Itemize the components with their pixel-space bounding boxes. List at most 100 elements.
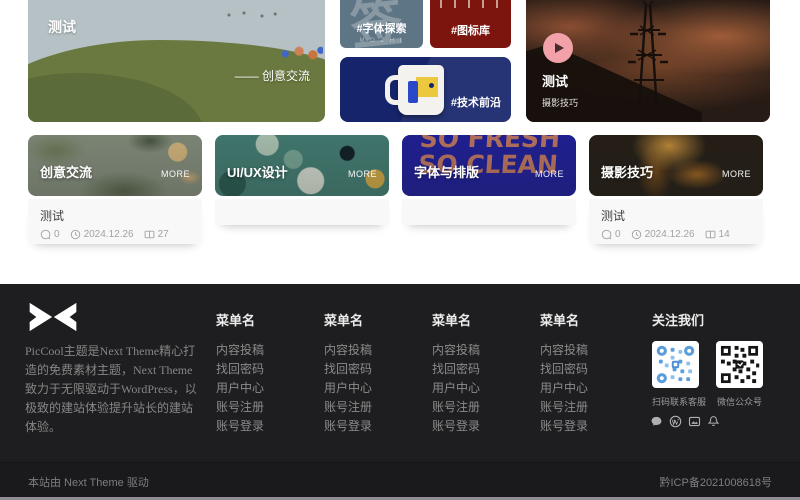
clock-icon [631, 229, 642, 240]
category-block-creative: 创意交流 MORE 测试 0 2024.12.26 27 [28, 135, 202, 244]
social-icons-row [650, 415, 726, 428]
menu-item-reset-password[interactable]: 找回密码 [540, 364, 636, 375]
more-link[interactable]: MORE [535, 169, 564, 179]
infinity-logo [28, 301, 78, 333]
more-link[interactable]: MORE [161, 169, 190, 179]
mug-dot-shape [429, 83, 434, 88]
wordpress-icon[interactable] [669, 415, 682, 428]
menu-item-user-center[interactable]: 用户中心 [432, 383, 528, 394]
menu-title: 菜单名 [324, 310, 420, 329]
category-post-list: 测试 0 2024.12.26 27 [28, 199, 202, 244]
menu-item-submit[interactable]: 内容投稿 [540, 345, 636, 356]
menu-item-login[interactable]: 账号登录 [432, 421, 528, 432]
post-date: 2024.12.26 [70, 229, 134, 240]
topic-label: #图标库 [430, 22, 511, 38]
footer-menu-column: 菜单名 内容投稿 找回密码 用户中心 账号注册 账号登录 [432, 310, 528, 440]
views-icon [144, 229, 155, 240]
qr-wechat-label: 微信公众号 [716, 395, 763, 408]
category-banner-typography[interactable]: SO FRESH SO CLEAN 字体与排版 MORE [402, 135, 576, 196]
qr-support: 扫码联系客服 [652, 341, 699, 408]
qr-support-label: 扫码联系客服 [652, 395, 699, 408]
topic-subtext: M O Z H I [340, 38, 423, 44]
category-banner-photography[interactable]: 摄影技巧 MORE [589, 135, 763, 196]
follow-us-section: 关注我们 [652, 310, 772, 408]
menu-item-login[interactable]: 账号登录 [216, 421, 312, 432]
category-block-uiux: UI/UX设计 MORE [215, 135, 389, 244]
video-post-title: 测试 [542, 71, 568, 90]
follow-us-title: 关注我们 [652, 310, 772, 329]
post-meta: 0 2024.12.26 14 [601, 229, 751, 240]
icp-license-link[interactable]: 黔ICP备2021008618号 [659, 474, 772, 490]
category-block-typography: SO FRESH SO CLEAN 字体与排版 MORE [402, 135, 576, 244]
menu-item-register[interactable]: 账号注册 [324, 402, 420, 413]
category-banner-uiux[interactable]: UI/UX设计 MORE [215, 135, 389, 196]
copyright-bar: 本站由 Next Theme 驱动 黔ICP备2021008618号 [0, 462, 800, 497]
play-icon [555, 43, 564, 53]
menu-item-reset-password[interactable]: 找回密码 [324, 364, 420, 375]
menu-item-reset-password[interactable]: 找回密码 [432, 364, 528, 375]
mug-illustration [398, 65, 444, 115]
topic-card-icon-library[interactable]: #图标库 [430, 0, 511, 48]
video-post-category: 摄影技巧 [542, 96, 578, 109]
category-section: 创意交流 MORE 测试 0 2024.12.26 27 [28, 135, 763, 244]
footer-menu-column: 菜单名 内容投稿 找回密码 用户中心 账号注册 账号登录 [216, 310, 312, 440]
menu-item-register[interactable]: 账号注册 [216, 402, 312, 413]
hero-topics-column: 签 #字体探索 M O Z H I #图标库 #技术前沿 [340, 0, 511, 122]
bell-icon[interactable] [707, 415, 720, 428]
comments-icon [601, 229, 612, 240]
menu-item-submit[interactable]: 内容投稿 [432, 345, 528, 356]
menu-item-register[interactable]: 账号注册 [540, 402, 636, 413]
post-title-link[interactable]: 测试 [601, 207, 751, 224]
hero-section: 测试 —— 创意交流 签 #字体探索 M O Z H I #图标库 # [28, 0, 770, 122]
view-count: 14 [705, 229, 730, 240]
site-footer: PicCool主题是Next Theme精心打造的免费素材主题，Next The… [0, 284, 800, 462]
menu-item-user-center[interactable]: 用户中心 [540, 383, 636, 394]
topic-card-tech[interactable]: #技术前沿 [340, 57, 511, 122]
landscape-birds-shape [220, 10, 280, 20]
menu-item-submit[interactable]: 内容投稿 [324, 345, 420, 356]
comments-icon [40, 229, 51, 240]
menu-item-reset-password[interactable]: 找回密码 [216, 364, 312, 375]
topic-card-fonts[interactable]: 签 #字体探索 M O Z H I [340, 0, 423, 48]
topic-label: #字体探索 [340, 20, 423, 36]
comment-count: 0 [601, 229, 621, 240]
featured-post-card[interactable]: 测试 —— 创意交流 [28, 0, 325, 122]
clock-icon [70, 229, 81, 240]
menu-item-user-center[interactable]: 用户中心 [216, 383, 312, 394]
site-description: PicCool主题是Next Theme精心打造的免费素材主题，Next The… [25, 342, 197, 437]
qr-wechat: 微信公众号 [716, 341, 763, 408]
category-name: UI/UX设计 [227, 162, 288, 181]
post-date: 2024.12.26 [631, 229, 695, 240]
menu-item-user-center[interactable]: 用户中心 [324, 383, 420, 394]
menu-title: 菜单名 [540, 310, 636, 329]
footer-menu-column: 菜单名 内容投稿 找回密码 用户中心 账号注册 账号登录 [324, 310, 420, 440]
comment-count: 0 [40, 229, 60, 240]
post-meta: 0 2024.12.26 27 [40, 229, 190, 240]
menu-title: 菜单名 [432, 310, 528, 329]
views-icon [705, 229, 716, 240]
menu-item-register[interactable]: 账号注册 [432, 402, 528, 413]
powered-by-link[interactable]: 本站由 Next Theme 驱动 [28, 474, 149, 490]
qr-code-wechat [716, 341, 763, 388]
landscape-flowers-shape [277, 44, 323, 62]
more-link[interactable]: MORE [722, 169, 751, 179]
video-post-card[interactable]: 测试 摄影技巧 [526, 0, 770, 122]
mug-sticker-shape [416, 77, 438, 97]
play-button[interactable] [543, 33, 573, 63]
category-banner-creative[interactable]: 创意交流 MORE [28, 135, 202, 196]
qr-code-row: 扫码联系客服 [652, 341, 772, 408]
tick-marks-decoration [440, 0, 501, 8]
media-icon[interactable] [688, 415, 701, 428]
topic-label: #技术前沿 [451, 94, 501, 110]
menu-item-submit[interactable]: 内容投稿 [216, 345, 312, 356]
more-link[interactable]: MORE [348, 169, 377, 179]
mug-bar-shape [408, 81, 418, 103]
menu-title: 菜单名 [216, 310, 312, 329]
category-block-photography: 摄影技巧 MORE 测试 0 2024.12.26 14 [589, 135, 763, 244]
category-name: 字体与排版 [414, 162, 479, 181]
menu-item-login[interactable]: 账号登录 [540, 421, 636, 432]
menu-item-login[interactable]: 账号登录 [324, 421, 420, 432]
post-title-link[interactable]: 测试 [40, 207, 190, 224]
chat-icon[interactable] [650, 415, 663, 428]
qr-code-support [652, 341, 699, 388]
